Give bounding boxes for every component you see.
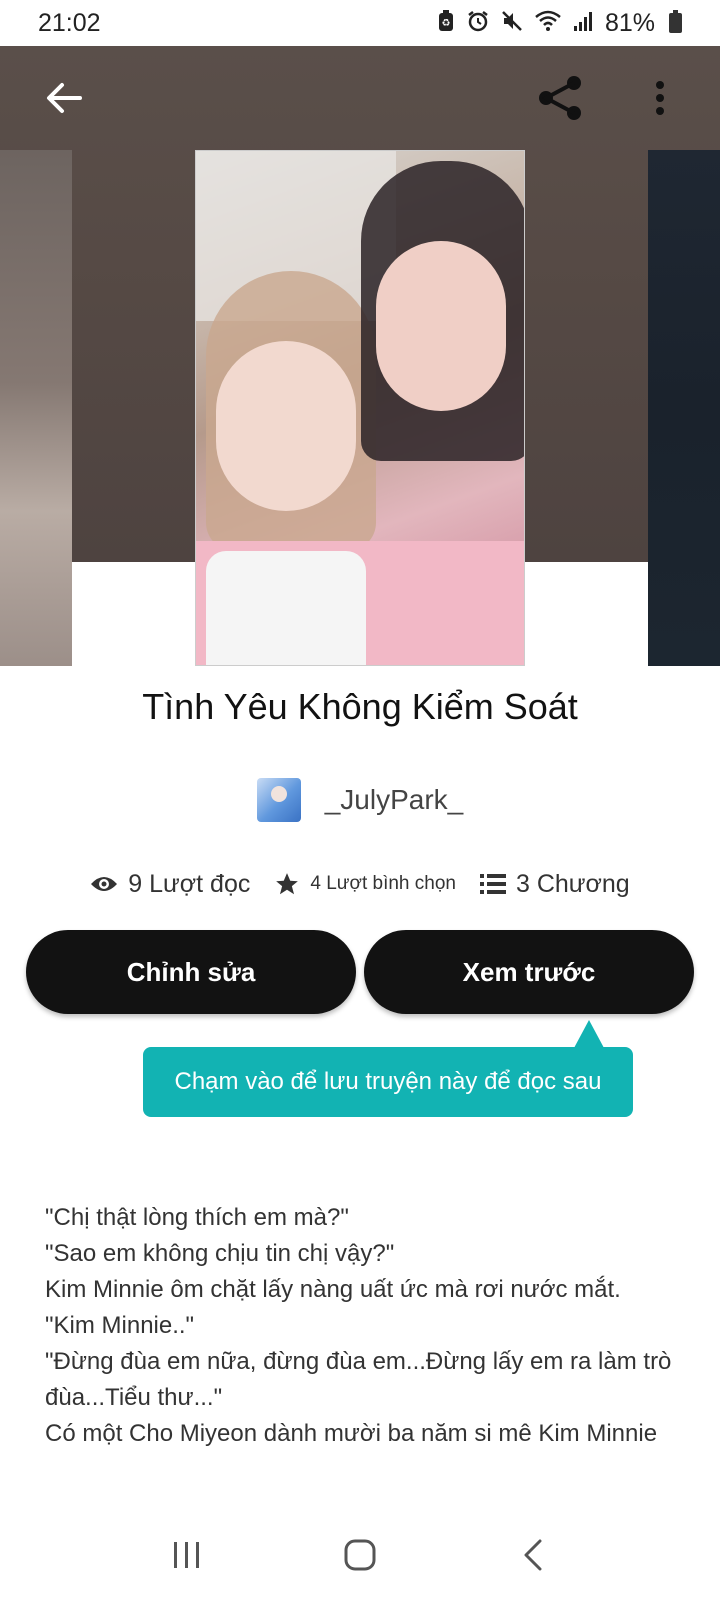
back-arrow-icon [47, 83, 82, 113]
home-icon [344, 1539, 376, 1571]
share-icon [539, 76, 581, 120]
parts-count: 3 Chương [515, 869, 630, 898]
mute-icon [501, 10, 523, 36]
description-line: "Kim Minnie.." [45, 1312, 195, 1339]
battery-percent: 81% [604, 8, 655, 37]
preview-button[interactable]: Xem trước [364, 930, 694, 1014]
reads-stat: 9 Lượt đọc [90, 870, 250, 899]
signal-icon [573, 10, 593, 36]
description-line: "Chị thật lòng thích em mà?" [45, 1204, 349, 1231]
description-line: Có một Cho Miyeon dành mười ba năm si mê… [45, 1420, 658, 1447]
status-icons: ♻ 81% [437, 9, 682, 38]
share-button[interactable] [530, 68, 590, 128]
votes-stat: 4 Lượt bình chọn [274, 871, 456, 897]
home-button[interactable] [320, 1525, 400, 1585]
star-icon [276, 873, 299, 895]
status-time: 21:02 [38, 8, 101, 37]
back-button[interactable] [34, 68, 94, 128]
main-cover-image[interactable] [195, 150, 525, 666]
battery-icon [669, 10, 682, 33]
toolbar [0, 46, 720, 150]
status-bar: 21:02 ♻ 81% [0, 0, 720, 46]
author-avatar[interactable] [256, 778, 301, 822]
votes-count: 4 Lượt bình chọn [310, 873, 456, 894]
story-details-screen: 21:02 ♻ 81% Tình Yêu Không Kiểm Soát _Ju… [0, 0, 720, 1600]
chevron-left-icon [524, 1539, 542, 1571]
story-title: Tình Yêu Không Kiểm Soát [142, 686, 578, 727]
recent-apps-button[interactable] [147, 1525, 227, 1585]
tooltip-text: Chạm vào để lưu truyện này để đọc sau [174, 1068, 602, 1095]
story-stats: 9 Lượt đọc 4 Lượt bình chọn 3 Chương [0, 864, 720, 904]
save-tooltip[interactable]: Chạm vào để lưu truyện này để đọc sau [143, 1047, 633, 1117]
description-line: "Sao em không chịu tin chị vậy?" [45, 1240, 395, 1267]
reads-count: 9 Lượt đọc [128, 869, 251, 898]
recent-apps-icon [173, 1542, 199, 1568]
more-options-button[interactable] [630, 68, 690, 128]
tooltip-arrow [574, 1020, 604, 1048]
story-description: "Chị thật lòng thích em mà?" "Sao em khô… [45, 1200, 685, 1452]
toolbar-actions [530, 68, 690, 128]
system-back-button[interactable] [493, 1525, 573, 1585]
list-icon [479, 874, 506, 894]
parts-stat: 3 Chương [479, 869, 630, 899]
cover-carousel [0, 46, 720, 666]
description-line: Kim Minnie ôm chặt lấy nàng uất ức mà rơ… [45, 1276, 621, 1303]
action-buttons: Chỉnh sửa Xem trước [26, 930, 694, 1014]
svg-text:♻: ♻ [441, 18, 450, 29]
previous-cover[interactable] [0, 150, 72, 666]
battery-saver-icon: ♻ [437, 10, 455, 36]
edit-button[interactable]: Chỉnh sửa [26, 930, 356, 1014]
system-nav-bar [0, 1510, 720, 1600]
author-name[interactable]: _JulyPark_ [325, 784, 464, 816]
more-vertical-icon [656, 81, 664, 115]
eye-icon [91, 877, 118, 891]
next-cover[interactable] [648, 150, 720, 666]
description-line: "Đừng đùa em nữa, đừng đùa em...Đừng lấy… [45, 1348, 672, 1411]
wifi-icon [535, 10, 561, 36]
alarm-icon [467, 10, 489, 36]
author-row[interactable]: _JulyPark_ [0, 776, 720, 824]
